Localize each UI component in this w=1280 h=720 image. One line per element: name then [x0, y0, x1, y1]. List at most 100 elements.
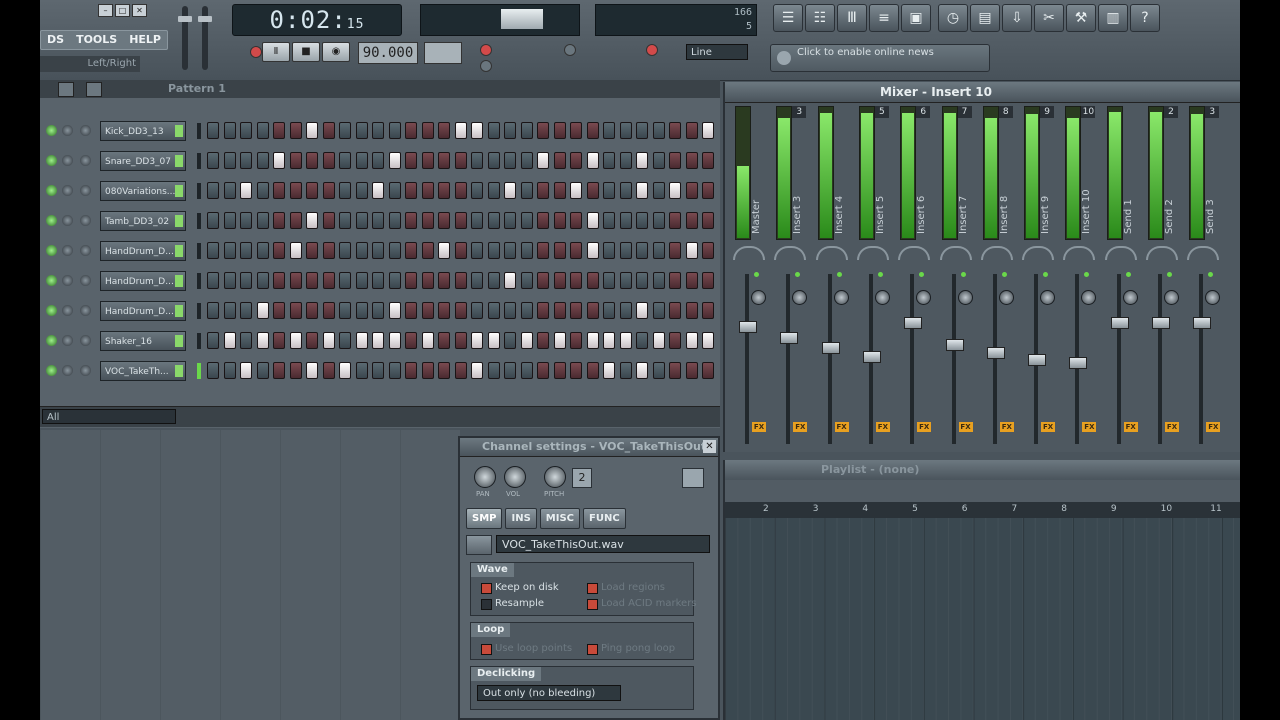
step-button[interactable]: [207, 182, 219, 199]
step-button[interactable]: [636, 362, 648, 379]
step-button[interactable]: [669, 362, 681, 379]
step-button[interactable]: [405, 362, 417, 379]
fader-track[interactable]: [745, 274, 749, 444]
step-button[interactable]: [487, 212, 500, 229]
step-button[interactable]: [355, 272, 368, 289]
step-button[interactable]: [289, 332, 302, 349]
step-button[interactable]: [339, 212, 351, 229]
strip-enable-led[interactable]: [1043, 272, 1049, 277]
step-button[interactable]: [553, 212, 566, 229]
step-button[interactable]: [636, 272, 648, 289]
step-button[interactable]: [289, 212, 302, 229]
step-button[interactable]: [289, 152, 302, 169]
step-button[interactable]: [454, 152, 467, 169]
step-button[interactable]: [438, 212, 450, 229]
step-button[interactable]: [537, 182, 549, 199]
mixer-strip[interactable]: 10 Insert 10 FX: [1059, 104, 1099, 449]
step-button[interactable]: [553, 122, 566, 139]
channel-pan-knob[interactable]: [62, 305, 73, 316]
step-button[interactable]: [553, 272, 566, 289]
channel-select-indicator[interactable]: [197, 363, 201, 379]
step-button[interactable]: [372, 182, 384, 199]
fx-icon[interactable]: FX: [875, 422, 890, 432]
step-button[interactable]: [388, 272, 401, 289]
step-button[interactable]: [669, 272, 681, 289]
menu-item-tools[interactable]: TOOLS: [70, 31, 123, 49]
step-button[interactable]: [438, 122, 450, 139]
step-button[interactable]: [256, 242, 269, 259]
maximize-button[interactable]: □: [115, 4, 130, 17]
channel-name-button[interactable]: VOC_TakeTh...: [100, 361, 186, 381]
step-button[interactable]: [372, 302, 384, 319]
step-button[interactable]: [306, 152, 318, 169]
step-button[interactable]: [306, 302, 318, 319]
step-button[interactable]: [454, 212, 467, 229]
step-button[interactable]: [520, 182, 533, 199]
channel-select-indicator[interactable]: [197, 213, 201, 229]
stereo-separation-icon[interactable]: [774, 246, 807, 260]
stereo-separation-icon[interactable]: [898, 246, 931, 260]
step-button[interactable]: [619, 122, 632, 139]
step-button[interactable]: [586, 152, 599, 169]
step-button[interactable]: [487, 122, 500, 139]
step-button[interactable]: [322, 272, 335, 289]
step-button[interactable]: [702, 122, 714, 139]
step-button[interactable]: [636, 182, 648, 199]
stereo-separation-icon[interactable]: [1022, 246, 1055, 260]
strip-enable-led[interactable]: [1084, 272, 1090, 277]
step-button[interactable]: [355, 242, 368, 259]
pattern-title[interactable]: Pattern 1: [168, 80, 226, 98]
strip-enable-led[interactable]: [836, 272, 842, 277]
pan-knob[interactable]: [474, 466, 496, 488]
step-button[interactable]: [223, 122, 236, 139]
step-button[interactable]: [339, 242, 351, 259]
step-button[interactable]: [685, 242, 698, 259]
step-button[interactable]: [537, 242, 549, 259]
step-button[interactable]: [256, 272, 269, 289]
fader-handle[interactable]: [1152, 317, 1170, 329]
fader-handle[interactable]: [739, 321, 757, 333]
step-button[interactable]: [306, 272, 318, 289]
step-button[interactable]: [504, 182, 516, 199]
step-button[interactable]: [273, 272, 285, 289]
step-button[interactable]: [487, 182, 500, 199]
step-button[interactable]: [207, 332, 219, 349]
step-button[interactable]: [256, 122, 269, 139]
metronome-led[interactable]: [480, 44, 492, 56]
export-icon[interactable]: ⇩: [1002, 4, 1032, 32]
step-button[interactable]: [652, 182, 665, 199]
step-button[interactable]: [355, 332, 368, 349]
channel-pan-knob[interactable]: [62, 215, 73, 226]
help-icon[interactable]: ?: [1130, 4, 1160, 32]
step-button[interactable]: [207, 362, 219, 379]
step-button[interactable]: [240, 182, 252, 199]
step-button[interactable]: [454, 242, 467, 259]
step-button[interactable]: [652, 302, 665, 319]
ping-pong-checkbox[interactable]: Ping pong loop: [587, 643, 675, 655]
stereo-separation-icon[interactable]: [939, 246, 972, 260]
step-button[interactable]: [405, 212, 417, 229]
step-button[interactable]: [702, 272, 714, 289]
step-button[interactable]: [256, 362, 269, 379]
pan-knob[interactable]: [916, 290, 932, 305]
step-button[interactable]: [207, 302, 219, 319]
menu-item-help[interactable]: HELP: [123, 31, 167, 49]
step-button[interactable]: [619, 332, 632, 349]
step-button[interactable]: [421, 362, 434, 379]
channel-select-indicator[interactable]: [197, 333, 201, 349]
step-button[interactable]: [702, 182, 714, 199]
resample-checkbox[interactable]: Resample: [481, 598, 544, 610]
step-button[interactable]: [289, 302, 302, 319]
step-button[interactable]: [586, 242, 599, 259]
pan-knob[interactable]: [751, 290, 766, 305]
minimize-button[interactable]: –: [98, 4, 113, 17]
step-button[interactable]: [487, 332, 500, 349]
channel-pan-knob[interactable]: [62, 335, 73, 346]
playlist-ruler[interactable]: 2 3 4 5 6 7 8 9 10 11: [725, 502, 1240, 519]
step-button[interactable]: [685, 182, 698, 199]
step-button[interactable]: [372, 242, 384, 259]
load-acid-checkbox[interactable]: Load ACID markers: [587, 598, 697, 610]
step-button[interactable]: [669, 242, 681, 259]
step-button[interactable]: [421, 332, 434, 349]
strip-enable-led[interactable]: [1001, 272, 1007, 277]
